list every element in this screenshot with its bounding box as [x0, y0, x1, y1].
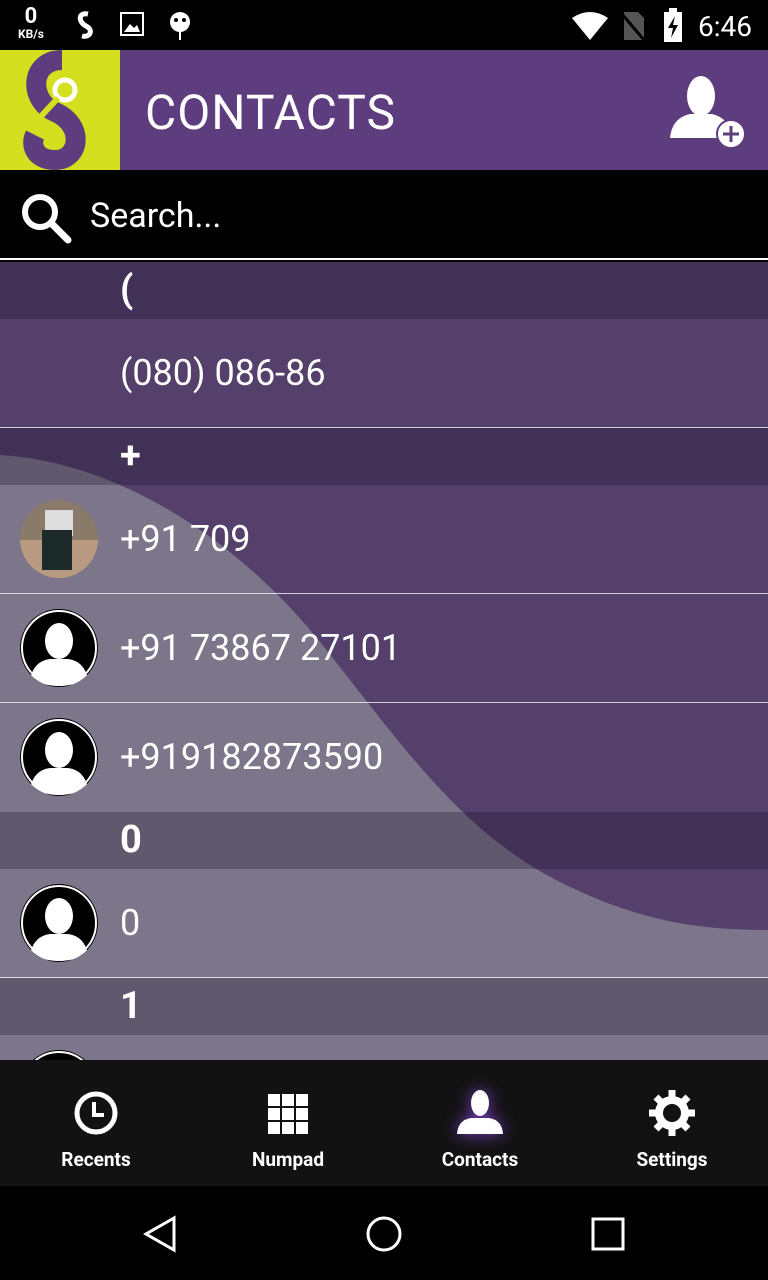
speed-value: 0	[24, 4, 38, 29]
contact-row[interactable]: +91 709	[0, 485, 768, 594]
image-icon	[120, 12, 144, 36]
app-logo[interactable]	[0, 50, 120, 171]
contact-row[interactable]: +91 73867 27101	[0, 594, 768, 703]
recents-icon[interactable]	[590, 1216, 626, 1252]
app-bar: CONTACTS	[0, 50, 768, 171]
search-input[interactable]	[90, 194, 690, 238]
clock: 6:46	[698, 10, 752, 43]
tab-label: Recents	[61, 1148, 131, 1171]
contact-photo	[20, 500, 98, 578]
person-icon	[457, 1090, 503, 1134]
speed-unit: KB/s	[18, 27, 44, 41]
tab-recents[interactable]: Recents	[0, 1060, 192, 1186]
section-header: 0	[0, 812, 768, 869]
tab-contacts[interactable]: Contacts	[384, 1060, 576, 1186]
contact-name: +919182873590	[120, 736, 384, 778]
section-header: 1	[0, 978, 768, 1035]
tab-settings[interactable]: Settings	[576, 1060, 768, 1186]
status-bar: 0 KB/s 6:46	[0, 0, 768, 50]
no-sim-icon	[620, 12, 646, 40]
back-icon[interactable]	[140, 1214, 180, 1254]
contact-row[interactable]: (080) 086-86	[0, 319, 768, 428]
contact-name: +91 709	[120, 518, 251, 560]
contact-name: +91 73867 27101	[120, 627, 402, 669]
tab-label: Numpad	[251, 1148, 325, 1171]
avatar-icon	[20, 884, 98, 962]
search-bar	[0, 170, 768, 260]
grid-icon	[268, 1094, 308, 1134]
contact-name: 0	[120, 902, 141, 944]
salsa-app-icon	[77, 11, 93, 39]
tab-label: Settings	[636, 1148, 708, 1171]
wifi-icon	[572, 12, 608, 40]
avatar-icon	[20, 1050, 98, 1060]
clock-icon	[74, 1091, 118, 1135]
contact-row[interactable]	[0, 1035, 768, 1060]
avatar-icon	[20, 609, 98, 687]
contact-row[interactable]: 0	[0, 869, 768, 978]
network-speed: 0 KB/s	[18, 4, 44, 41]
contacts-list[interactable]: ( (080) 086-86 + +91 709 +91 73867 27101…	[0, 262, 768, 1060]
salsa-logo-icon	[23, 50, 86, 171]
home-icon[interactable]	[364, 1214, 404, 1254]
battery-charging-icon	[664, 8, 682, 42]
section-header: (	[0, 262, 768, 319]
section-header: +	[0, 428, 768, 485]
bottom-nav: Recents Numpad Contacts Settings	[0, 1060, 768, 1186]
contact-name: (080) 086-86	[120, 352, 326, 394]
tab-numpad[interactable]: Numpad	[192, 1060, 384, 1186]
system-nav-bar	[0, 1186, 768, 1280]
tab-label: Contacts	[441, 1148, 519, 1171]
page-title: CONTACTS	[145, 84, 396, 141]
avatar-icon	[20, 718, 98, 796]
gear-icon	[649, 1090, 695, 1136]
search-icon	[22, 194, 72, 244]
add-contact-icon[interactable]	[668, 74, 748, 150]
contact-row[interactable]: +919182873590	[0, 703, 768, 812]
android-icon	[170, 12, 190, 40]
